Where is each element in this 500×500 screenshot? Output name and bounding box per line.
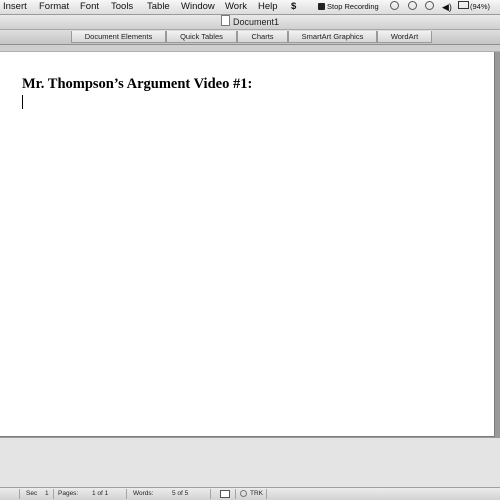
status-divider — [53, 489, 54, 499]
window-title-bar: Document1 — [0, 15, 500, 30]
pages-label: Pages: — [58, 490, 79, 497]
stop-icon — [318, 3, 325, 10]
window-title: Document1 — [232, 17, 280, 27]
script-menu-icon[interactable]: $ — [291, 1, 296, 13]
menu-bar: Insert Format Font Tools Table Window Wo… — [0, 0, 500, 15]
tray-icon-a[interactable] — [390, 1, 399, 13]
document-page[interactable] — [0, 52, 495, 437]
tray-icon-b[interactable] — [408, 1, 417, 13]
tab-charts[interactable]: Charts — [237, 31, 288, 43]
status-divider — [126, 489, 127, 499]
menu-table[interactable]: Table — [147, 1, 170, 13]
words-label: Words: — [133, 490, 154, 497]
menu-insert[interactable]: Insert — [3, 1, 27, 13]
status-bar: Sec 1 Pages: 1 of 1 Words: 5 of 5 TRK — [0, 487, 500, 500]
status-divider — [235, 489, 236, 499]
status-divider — [266, 489, 267, 499]
stop-recording-button[interactable]: Stop Recording — [318, 1, 379, 13]
menu-format[interactable]: Format — [39, 1, 69, 13]
spelling-grammar-icon[interactable] — [220, 490, 230, 498]
status-divider — [210, 489, 211, 499]
battery-icon — [458, 1, 469, 9]
menu-window[interactable]: Window — [181, 1, 215, 13]
document-heading[interactable]: Mr. Thompson’s Argument Video #1: — [22, 76, 252, 93]
tab-smartart-graphics[interactable]: SmartArt Graphics — [288, 31, 377, 43]
section-label: Sec — [26, 490, 38, 497]
time-machine-icon — [425, 1, 434, 10]
section-value: 1 — [45, 490, 49, 497]
sync-icon — [390, 1, 399, 10]
battery-status[interactable]: (94%) — [458, 1, 490, 13]
status-divider — [19, 489, 20, 499]
menu-work[interactable]: Work — [225, 1, 247, 13]
document-icon — [220, 15, 230, 26]
menu-help[interactable]: Help — [258, 1, 278, 13]
menu-font[interactable]: Font — [80, 1, 99, 13]
tab-wordart[interactable]: WordArt — [377, 31, 432, 43]
text-cursor — [22, 95, 23, 109]
words-value: 5 of 5 — [172, 490, 189, 497]
workspace-bottom — [0, 438, 500, 487]
track-changes-label[interactable]: TRK — [250, 490, 263, 498]
eye-icon — [408, 1, 417, 10]
pages-value: 1 of 1 — [92, 490, 109, 497]
track-changes-icon[interactable] — [240, 490, 247, 497]
menu-tools[interactable]: Tools — [111, 1, 133, 13]
elements-gallery-bar: Document Elements Quick Tables Charts Sm… — [0, 30, 500, 45]
tray-icon-c[interactable] — [425, 1, 434, 13]
volume-icon[interactable]: ◀) — [442, 1, 452, 13]
tab-quick-tables[interactable]: Quick Tables — [166, 31, 237, 43]
battery-percent: (94%) — [470, 2, 491, 11]
tab-document-elements[interactable]: Document Elements — [71, 31, 166, 43]
stop-recording-label: Stop Recording — [327, 2, 379, 11]
ruler — [0, 45, 500, 52]
